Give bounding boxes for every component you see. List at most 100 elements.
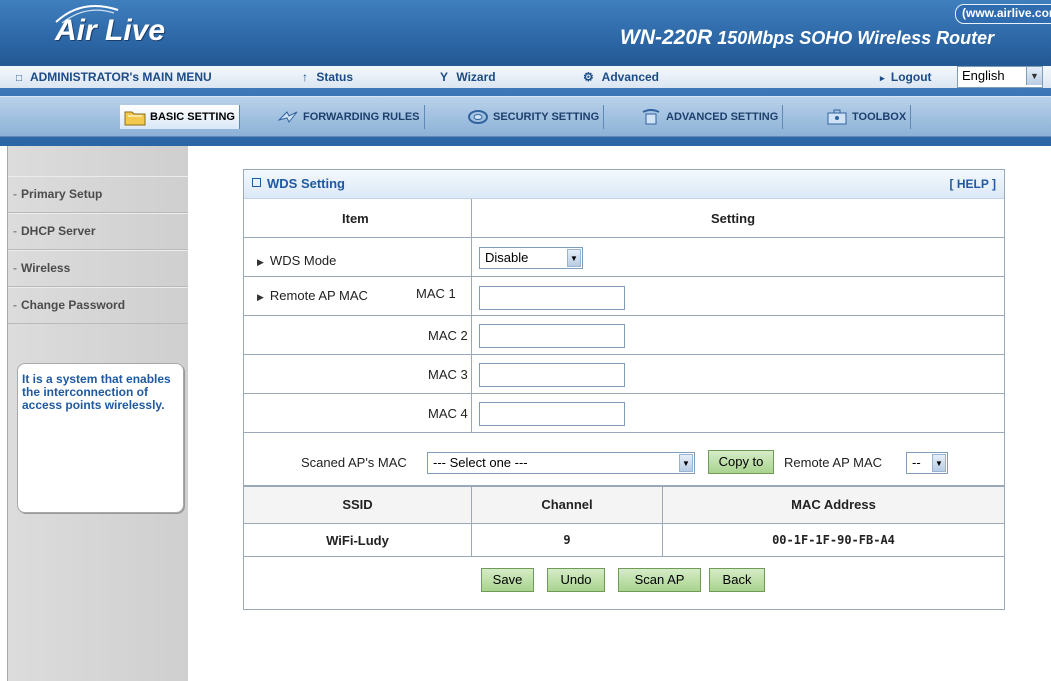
scanned-ap-select-value: --- Select one --- [433, 455, 528, 470]
table-row[interactable]: WiFi-Ludy 9 00-1F-1F-90-FB-A4 [244, 524, 1004, 557]
tab-strip: BASIC SETTING FORWARDING RULES SECURITY … [0, 96, 1051, 137]
divider [471, 355, 472, 393]
mac-row-1: ▶ Remote AP MAC MAC 1 [244, 277, 1004, 316]
mac-row-3: MAC 3 [244, 355, 1004, 394]
mac-3-input[interactable] [479, 363, 625, 387]
info-box: It is a system that enables the intercon… [17, 363, 184, 513]
divider [471, 316, 472, 354]
tab-basic-setting-label: BASIC SETTING [150, 111, 235, 123]
mac-address-cell: 00-1F-1F-90-FB-A4 [772, 533, 895, 547]
mac-2-input[interactable] [479, 324, 625, 348]
menu-advanced-label: Advanced [601, 70, 660, 84]
help-link[interactable]: [ HELP ] [950, 177, 996, 191]
remote-ap-mac-label: ▶ Remote AP MAC [257, 288, 368, 303]
menu-logout[interactable]: ▸ Logout [880, 66, 932, 88]
remote-ap-mac-label-text: Remote AP MAC [269, 288, 368, 303]
mac-4-input[interactable] [479, 402, 625, 426]
forward-arrows-icon [277, 111, 298, 124]
mac-1-input[interactable] [479, 286, 625, 310]
mac-1-label: MAC 1 [416, 286, 456, 301]
admin-main-menu-label: ADMINISTRATOR's MAIN MENU [29, 70, 212, 84]
sidebar-item-wireless[interactable]: - Wireless [8, 250, 188, 287]
mac-4-label: MAC 4 [428, 406, 468, 421]
scan-ap-button[interactable]: Scan AP [618, 568, 701, 592]
ssid-cell: WiFi-Ludy [326, 533, 389, 548]
site-url[interactable]: (www.airlive.com) [955, 4, 1051, 24]
table-header-row: Item Setting [244, 199, 1004, 238]
divider [471, 394, 472, 432]
arrow-right-icon: ▸ [880, 73, 885, 83]
ssid-header: SSID [342, 497, 373, 512]
save-button[interactable]: Save [481, 568, 534, 592]
chevron-down-icon[interactable]: ▼ [567, 249, 581, 267]
bullet-icon: - [13, 261, 17, 275]
language-select[interactable]: English ▼ [957, 66, 1043, 88]
menu-advanced[interactable]: ⚙ Advanced [583, 66, 659, 88]
model-name: WN-220R [620, 26, 713, 49]
tab-forwarding-rules-label: FORWARDING RULES [303, 111, 420, 123]
mac-row-2: MAC 2 [244, 316, 1004, 355]
tab-security-setting[interactable]: SECURITY SETTING [463, 105, 605, 129]
menu-wizard-label: Wizard [456, 70, 496, 84]
chevron-down-icon[interactable]: ▼ [1026, 67, 1042, 85]
col-item-header: Item [342, 211, 369, 226]
menu-logout-label: Logout [890, 70, 932, 84]
model-title: WN-220R 150Mbps SOHO Wireless Router [620, 26, 994, 50]
tab-advanced-setting[interactable]: ADVANCED SETTING [636, 105, 784, 129]
col-setting-header: Setting [711, 211, 756, 226]
admin-main-menu[interactable]: □ ADMINISTRATOR's MAIN MENU [16, 66, 212, 88]
back-button[interactable]: Back [709, 568, 765, 592]
mac-address-header: MAC Address [791, 497, 876, 512]
tab-forwarding-rules[interactable]: FORWARDING RULES [273, 105, 425, 129]
chevron-down-icon[interactable]: ▼ [679, 454, 693, 472]
security-icon [468, 110, 488, 125]
sidebar: - Primary Setup - DHCP Server - Wireless -C… [7, 146, 188, 681]
toolbox-icon [827, 109, 847, 125]
wds-mode-select[interactable]: Disable ▼ [479, 247, 583, 269]
menu-status-label: Status [316, 70, 354, 84]
copy-to-button[interactable]: Copy to [708, 450, 774, 474]
scanned-ap-row: Scaned AP's MAC --- Select one --- ▼ Cop… [244, 433, 1004, 487]
sidebar-item-change-password[interactable]: - Change Password [8, 287, 188, 324]
divider [471, 238, 472, 276]
sidebar-item-dhcp-server[interactable]: - DHCP Server [8, 213, 188, 250]
model-description: 150Mbps SOHO Wireless Router [717, 28, 995, 48]
tab-basic-setting[interactable]: BASIC SETTING [120, 105, 240, 129]
square-bullet-icon: □ [16, 73, 23, 84]
sidebar-item-label: Wireless [21, 261, 71, 275]
scanned-ap-select[interactable]: --- Select one --- ▼ [427, 452, 695, 474]
antenna-icon: ↑ [302, 70, 308, 84]
info-text: It is a system that enables the intercon… [22, 372, 171, 412]
scanned-ap-label: Scaned AP's MAC [301, 455, 407, 470]
language-value: English [962, 68, 1005, 83]
tab-toolbox[interactable]: TOOLBOX [822, 105, 912, 129]
sidebar-item-primary-setup[interactable]: - Primary Setup [8, 176, 188, 213]
bullet-icon: - [13, 298, 17, 312]
scan-table-header: SSID Channel MAC Address [244, 487, 1004, 524]
channel-header: Channel [541, 497, 593, 512]
remote-ap-mac-select[interactable]: -- ▼ [906, 452, 948, 474]
airlive-logo: Air Live [55, 14, 166, 47]
menu-status[interactable]: ↑ Status [302, 66, 353, 88]
chevron-down-icon[interactable]: ▼ [932, 454, 946, 472]
wds-mode-value: Disable [485, 250, 529, 265]
bullet-icon: - [13, 224, 17, 238]
divider [471, 199, 472, 237]
panel-title-bar: WDS Setting [ HELP ] [244, 170, 1004, 199]
undo-button[interactable]: Undo [547, 568, 605, 592]
triangle-right-icon: ▶ [257, 257, 264, 267]
bullet-icon: - [13, 187, 17, 201]
sidebar-item-label: Primary Setup [21, 187, 103, 201]
menu-wizard[interactable]: Y Wizard [440, 66, 496, 88]
wds-setting-panel: WDS Setting [ HELP ] Item Setting ▶ WDS M… [243, 169, 1005, 610]
channel-cell: 9 [563, 533, 571, 547]
wds-mode-row: ▶ WDS Mode Disable ▼ [244, 238, 1004, 277]
wds-mode-label-text: WDS Mode [269, 253, 337, 268]
tab-toolbox-label: TOOLBOX [852, 111, 907, 123]
square-bullet-icon [252, 178, 261, 187]
main-menu-bar: □ ADMINISTRATOR's MAIN MENU ↑ Status Y W… [0, 66, 1051, 89]
advanced-icon: ⚙ [583, 70, 594, 84]
mac-2-label: MAC 2 [428, 328, 468, 343]
wds-mode-label: ▶ WDS Mode [257, 253, 336, 268]
header-banner: Air Live (www.airlive.com) WN-220R 150Mb… [0, 0, 1051, 66]
